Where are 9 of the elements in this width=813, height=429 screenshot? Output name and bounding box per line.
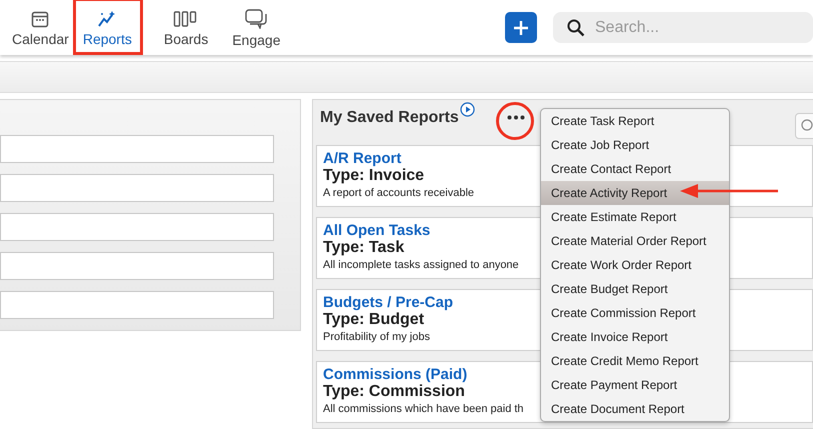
report-type: Type: Task [323, 239, 404, 257]
report-description: A report of accounts receivable [323, 186, 474, 201]
report-description: Profitability of my jobs [323, 330, 430, 345]
report-description: All incomplete tasks assigned to anyone [323, 258, 519, 273]
report-type: Type: Invoice [323, 167, 424, 185]
report-description: All commissions which have been paid th [323, 402, 524, 417]
report-type: Type: Commission [323, 383, 465, 401]
panel-title: My Saved Reports [320, 108, 459, 126]
report-type: Type: Budget [323, 311, 424, 329]
